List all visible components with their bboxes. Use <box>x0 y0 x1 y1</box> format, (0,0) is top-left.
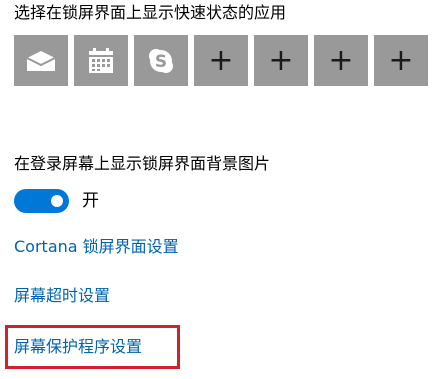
mail-icon <box>26 50 56 72</box>
background-toggle[interactable] <box>14 189 69 213</box>
svg-text:S: S <box>155 52 167 72</box>
toggle-knob <box>51 195 63 207</box>
cortana-lock-screen-link[interactable]: Cortana 锁屏界面设置 <box>14 236 179 258</box>
plus-icon: + <box>388 42 414 78</box>
quick-status-tiles: S + + + + <box>14 35 428 86</box>
tile-calendar[interactable] <box>74 35 128 86</box>
quick-status-heading: 选择在锁屏界面上显示快速状态的应用 <box>14 3 287 22</box>
screen-timeout-link[interactable]: 屏幕超时设置 <box>14 285 110 307</box>
plus-icon: + <box>208 42 234 78</box>
lock-screen-settings: 选择在锁屏界面上显示快速状态的应用 S + + + + 在登录屏幕上显示锁屏界面… <box>0 0 433 379</box>
skype-icon: S <box>147 47 175 75</box>
tile-add-4[interactable]: + <box>374 35 428 86</box>
toggle-state-label: 开 <box>82 191 99 211</box>
tile-add-2[interactable]: + <box>254 35 308 86</box>
highlight-box <box>5 325 180 369</box>
plus-icon: + <box>328 42 354 78</box>
tile-skype[interactable]: S <box>134 35 188 86</box>
tile-add-3[interactable]: + <box>314 35 368 86</box>
background-toggle-row: 开 <box>14 188 99 214</box>
plus-icon: + <box>268 42 294 78</box>
background-setting-heading: 在登录屏幕上显示锁屏界面背景图片 <box>14 154 271 173</box>
tile-mail[interactable] <box>14 35 68 86</box>
tile-add-1[interactable]: + <box>194 35 248 86</box>
calendar-icon <box>88 47 114 74</box>
